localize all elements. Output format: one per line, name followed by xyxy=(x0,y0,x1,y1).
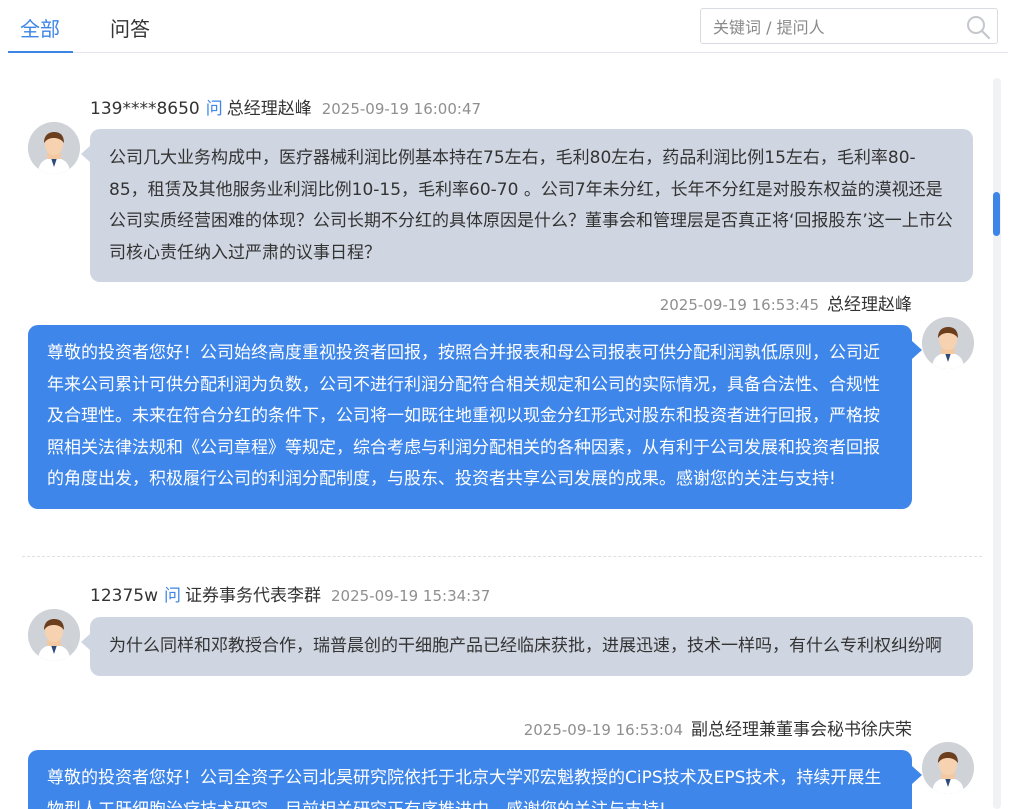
tab-all[interactable]: 全部 xyxy=(20,12,60,46)
answer-time: 2025-09-19 16:53:04 xyxy=(523,721,683,739)
question-bubble: 为什么同样和邓教授合作，瑞普晨创的干细胞产品已经临床获批，进展迅速，技术一样吗，… xyxy=(81,617,973,676)
answer-bubble: 尊敬的投资者您好！公司始终高度重视投资者回报，按照合并报表和母公司报表可供分配利… xyxy=(28,325,922,509)
asker-avatar xyxy=(28,609,80,661)
recipient-name: 证券事务代表李群 xyxy=(184,586,321,606)
user-avatar-icon xyxy=(922,317,974,369)
tab-bar: 全部 问答 xyxy=(0,0,1036,53)
user-avatar-icon xyxy=(922,742,974,794)
answer-meta: 2025-09-19 16:53:45 总经理赵峰 xyxy=(660,293,912,317)
tab-bar-divider xyxy=(8,52,1008,53)
answerer-avatar xyxy=(922,317,974,369)
answer-bubble: 尊敬的投资者您好！公司全资子公司北昊研究院依托于北京大学邓宏魁教授的CiPS技术… xyxy=(28,750,922,809)
user-avatar-icon xyxy=(28,609,80,661)
question-bubble: 公司几大业务构成中，医疗器械利润比例基本持在75左右，毛利80左右，药品利润比例… xyxy=(81,129,973,282)
asker-name[interactable]: 139****8650 xyxy=(90,99,200,119)
answer-meta: 2025-09-19 16:53:04 副总经理兼董事会秘书徐庆荣 xyxy=(524,718,912,742)
scrollbar-thumb[interactable] xyxy=(993,192,1000,236)
question-time: 2025-09-19 15:34:37 xyxy=(330,587,491,605)
search-input[interactable] xyxy=(711,13,965,41)
asker-avatar xyxy=(28,122,80,174)
recipient-name: 总经理赵峰 xyxy=(226,99,312,119)
search-icon[interactable] xyxy=(965,14,991,40)
question-time: 2025-09-19 16:00:47 xyxy=(321,100,482,118)
question-meta: 139****8650 问总经理赵峰 2025-09-19 16:00:47 xyxy=(90,97,481,121)
answerer-name: 副总经理兼董事会秘书徐庆荣 xyxy=(691,720,912,740)
scrollbar-track[interactable] xyxy=(993,78,1001,809)
ask-label: 问 xyxy=(163,586,181,606)
question-meta: 12375w 问证券事务代表李群 2025-09-19 15:34:37 xyxy=(90,584,490,608)
answerer-avatar xyxy=(922,742,974,794)
ask-label: 问 xyxy=(205,99,223,119)
search-box xyxy=(700,8,998,44)
tab-qa[interactable]: 问答 xyxy=(110,12,150,46)
active-tab-indicator xyxy=(8,51,73,53)
answer-time: 2025-09-19 16:53:45 xyxy=(659,296,819,314)
user-avatar-icon xyxy=(28,122,80,174)
item-divider xyxy=(22,556,982,557)
qa-page: 全部 问答 139****8650问总经理赵峰2025-09-19 16:00:… xyxy=(0,0,1036,809)
answerer-name: 总经理赵峰 xyxy=(827,295,912,315)
asker-name[interactable]: 12375w xyxy=(90,586,158,606)
